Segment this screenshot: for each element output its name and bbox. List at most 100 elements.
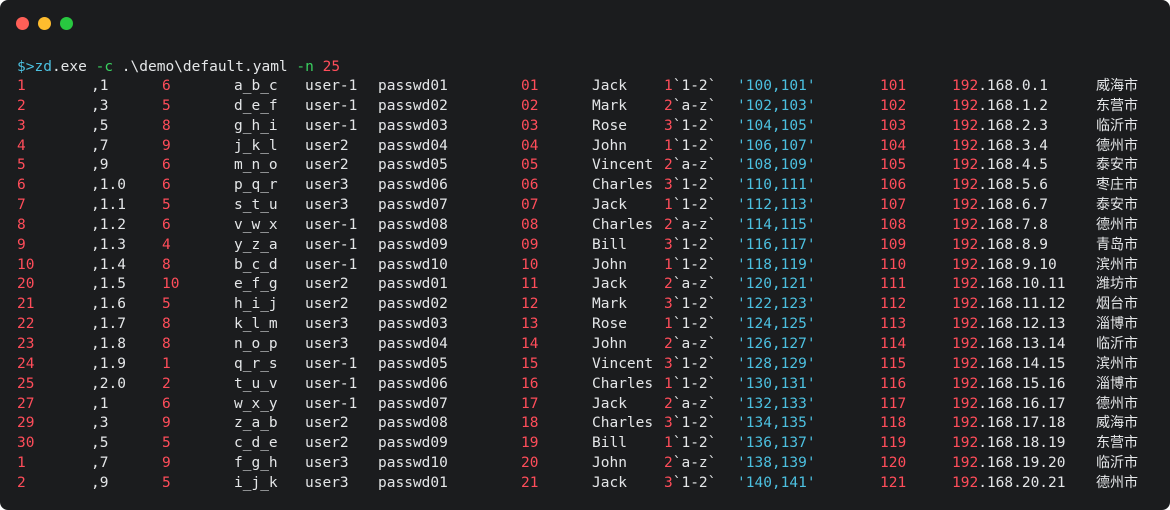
letters-cell: g_h_i: [234, 117, 278, 134]
letters-cell: b_c_d: [234, 256, 278, 273]
city-cell: 东营市: [1096, 435, 1138, 452]
decimal-cell: ,9: [91, 157, 109, 174]
number-cell: 4: [162, 236, 171, 253]
name-cell: Charles: [592, 415, 654, 432]
output-row: 24 ,1.9 1 q_r_s user-1 passwd05 15 Vincent '128,…: [0, 355, 1170, 375]
code-cell: 102: [880, 97, 907, 114]
close-button[interactable]: [16, 17, 29, 30]
ip-rest: .168.19.20: [978, 455, 1066, 472]
decimal-cell: ,1.1: [91, 197, 126, 214]
ip-prefix: 192: [952, 296, 979, 313]
output-row: 5 ,9 6 m_n_o user2 passwd05 05 Vincent '108,109'…: [0, 156, 1170, 176]
city-cell: 烟台市: [1096, 296, 1138, 313]
pattern-cell: 3`1-2`: [664, 236, 716, 256]
name-cell: Bill: [592, 435, 627, 452]
pattern-text: `1-2`: [672, 316, 717, 333]
pattern-cell: 3`1-2`: [664, 176, 716, 196]
pattern-text: `a-z`: [672, 455, 717, 472]
name-cell: John: [592, 455, 627, 472]
pattern-cell: 1`1-2`: [664, 196, 716, 216]
user-cell: user-1: [305, 375, 358, 392]
number-cell: 5: [162, 97, 171, 114]
number-cell: 9: [162, 415, 171, 432]
code-cell: 110: [880, 256, 907, 273]
ip-rest: .168.6.7: [978, 197, 1049, 214]
pattern-text: `1-2`: [672, 197, 717, 214]
letters-cell: n_o_p: [234, 335, 278, 352]
password-cell: passwd05: [378, 355, 448, 372]
ip-rest: .168.0.1: [978, 78, 1049, 94]
range-cell: '112,113': [737, 197, 816, 214]
ip-cell: 192.168.3.4: [952, 137, 1048, 157]
ip-prefix: 192: [952, 435, 979, 452]
ip-rest: .168.18.19: [978, 435, 1066, 452]
range-cell: '130,131': [737, 375, 816, 392]
pattern-number: 2: [664, 395, 673, 412]
range-cell: '116,117': [737, 236, 816, 253]
letters-cell: t_u_v: [234, 375, 278, 392]
password-cell: passwd08: [378, 216, 448, 233]
command-line: $>zd.exe -c .\demo\default.yaml -n 25: [17, 58, 340, 77]
number-cell: 1: [162, 355, 171, 372]
index-cell: 17: [521, 395, 539, 412]
pattern-cell: 1`1-2`: [664, 375, 716, 395]
zoom-button[interactable]: [60, 17, 73, 30]
index-cell: 15: [521, 355, 539, 372]
pattern-text: `1-2`: [672, 236, 717, 253]
password-cell: passwd05: [378, 157, 448, 174]
range-cell: '122,123': [737, 296, 816, 313]
minimize-button[interactable]: [38, 17, 51, 30]
flag-n: -n: [296, 59, 314, 75]
id-cell: 2: [17, 474, 26, 491]
index-cell: 10: [521, 256, 539, 273]
pattern-number: 2: [664, 97, 673, 114]
name-cell: Jack: [592, 78, 627, 94]
ip-rest: .168.3.4: [978, 137, 1049, 154]
number-cell: 6: [162, 78, 171, 94]
password-cell: passwd01: [378, 474, 448, 491]
decimal-cell: ,7: [91, 455, 109, 472]
range-cell: '108,109': [737, 157, 816, 174]
ip-rest: .168.1.2: [978, 97, 1049, 114]
user-cell: user-1: [305, 355, 358, 372]
range-cell: '100,101': [737, 78, 816, 94]
pattern-text: `a-z`: [672, 276, 717, 293]
password-cell: passwd09: [378, 435, 448, 452]
pattern-number: 1: [664, 137, 673, 154]
pattern-text: `1-2`: [672, 474, 717, 491]
ip-rest: .168.9.10: [978, 256, 1057, 273]
name-cell: Rose: [592, 117, 627, 134]
pattern-number: 3: [664, 117, 673, 134]
user-cell: user2: [305, 137, 349, 154]
decimal-cell: ,1.5: [91, 276, 126, 293]
pattern-cell: 1`1-2`: [664, 315, 716, 335]
letters-cell: a_b_c: [234, 78, 278, 94]
pattern-cell: 2`a-z`: [664, 335, 716, 355]
output-row: 4 ,7 9 j_k_l user2 passwd04 04 John '106,107' 104…: [0, 137, 1170, 157]
code-cell: 121: [880, 474, 907, 491]
password-cell: passwd03: [378, 117, 448, 134]
ip-rest: .168.12.13: [978, 316, 1066, 333]
id-cell: 10: [17, 256, 35, 273]
name-cell: Mark: [592, 296, 627, 313]
decimal-cell: ,1.6: [91, 296, 126, 313]
ip-cell: 192.168.14.15: [952, 355, 1066, 375]
password-cell: passwd01: [378, 78, 448, 94]
ip-rest: .168.13.14: [978, 335, 1066, 352]
pattern-text: `1-2`: [672, 256, 717, 273]
letters-cell: s_t_u: [234, 197, 278, 214]
ip-cell: 192.168.10.11: [952, 275, 1066, 295]
city-cell: 滨州市: [1096, 355, 1138, 372]
ip-prefix: 192: [952, 197, 979, 214]
output-row: 22 ,1.7 8 k_l_m user3 passwd03 13 Rose '124,125'…: [0, 315, 1170, 335]
pattern-cell: 3`1-2`: [664, 474, 716, 494]
ip-prefix: 192: [952, 455, 979, 472]
ip-cell: 192.168.18.19: [952, 434, 1066, 454]
user-cell: user-1: [305, 395, 358, 412]
pattern-text: `a-z`: [672, 216, 717, 233]
ip-prefix: 192: [952, 375, 979, 392]
output-row: 1 ,7 9 f_g_h user3 passwd10 20 John '138,139' 120…: [0, 454, 1170, 474]
ip-cell: 192.168.20.21: [952, 474, 1066, 494]
pattern-cell: 3`1-2`: [664, 414, 716, 434]
index-cell: 12: [521, 296, 539, 313]
